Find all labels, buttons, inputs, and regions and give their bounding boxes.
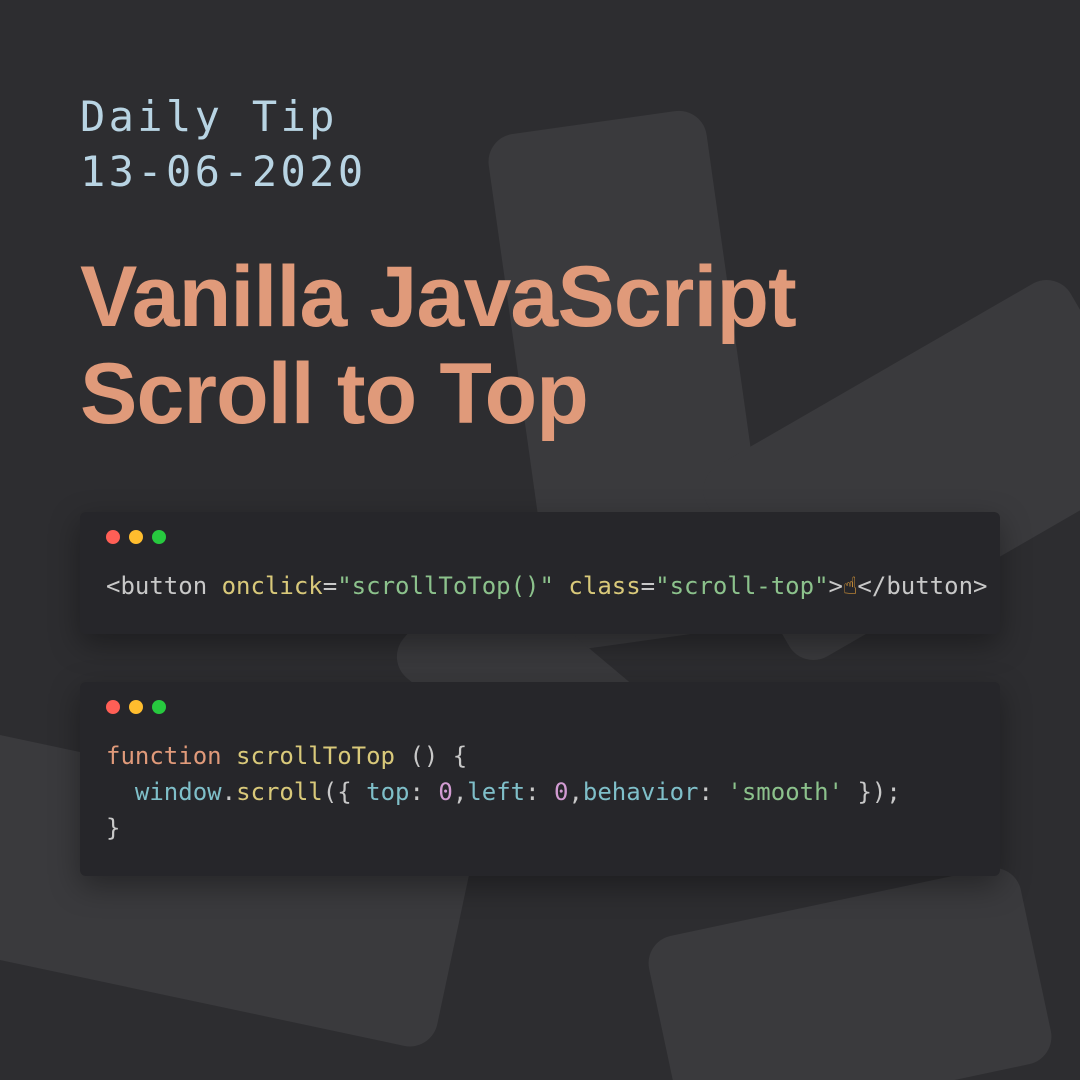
code-snippet-js: function scrollToTop () { window.scroll(… <box>106 738 974 846</box>
code-cards: <button onclick="scrollToTop()" class="s… <box>80 512 1020 876</box>
minimize-icon <box>129 530 143 544</box>
close-icon <box>106 530 120 544</box>
eyebrow-line-1: Daily Tip <box>80 90 1020 145</box>
maximize-icon <box>152 530 166 544</box>
title-line-1: Vanilla JavaScript <box>80 249 1020 345</box>
code-card-js: function scrollToTop () { window.scroll(… <box>80 682 1000 876</box>
code-card-html: <button onclick="scrollToTop()" class="s… <box>80 512 1000 634</box>
title-line-2: Scroll to Top <box>80 346 1020 442</box>
code-snippet-html: <button onclick="scrollToTop()" class="s… <box>106 568 974 604</box>
eyebrow-line-2: 13-06-2020 <box>80 145 1020 200</box>
eyebrow: Daily Tip 13-06-2020 <box>80 90 1020 199</box>
page-title: Vanilla JavaScript Scroll to Top <box>80 249 1020 442</box>
close-icon <box>106 700 120 714</box>
content: Daily Tip 13-06-2020 Vanilla JavaScript … <box>0 0 1080 876</box>
window-controls <box>106 700 974 714</box>
window-controls <box>106 530 974 544</box>
maximize-icon <box>152 700 166 714</box>
minimize-icon <box>129 700 143 714</box>
